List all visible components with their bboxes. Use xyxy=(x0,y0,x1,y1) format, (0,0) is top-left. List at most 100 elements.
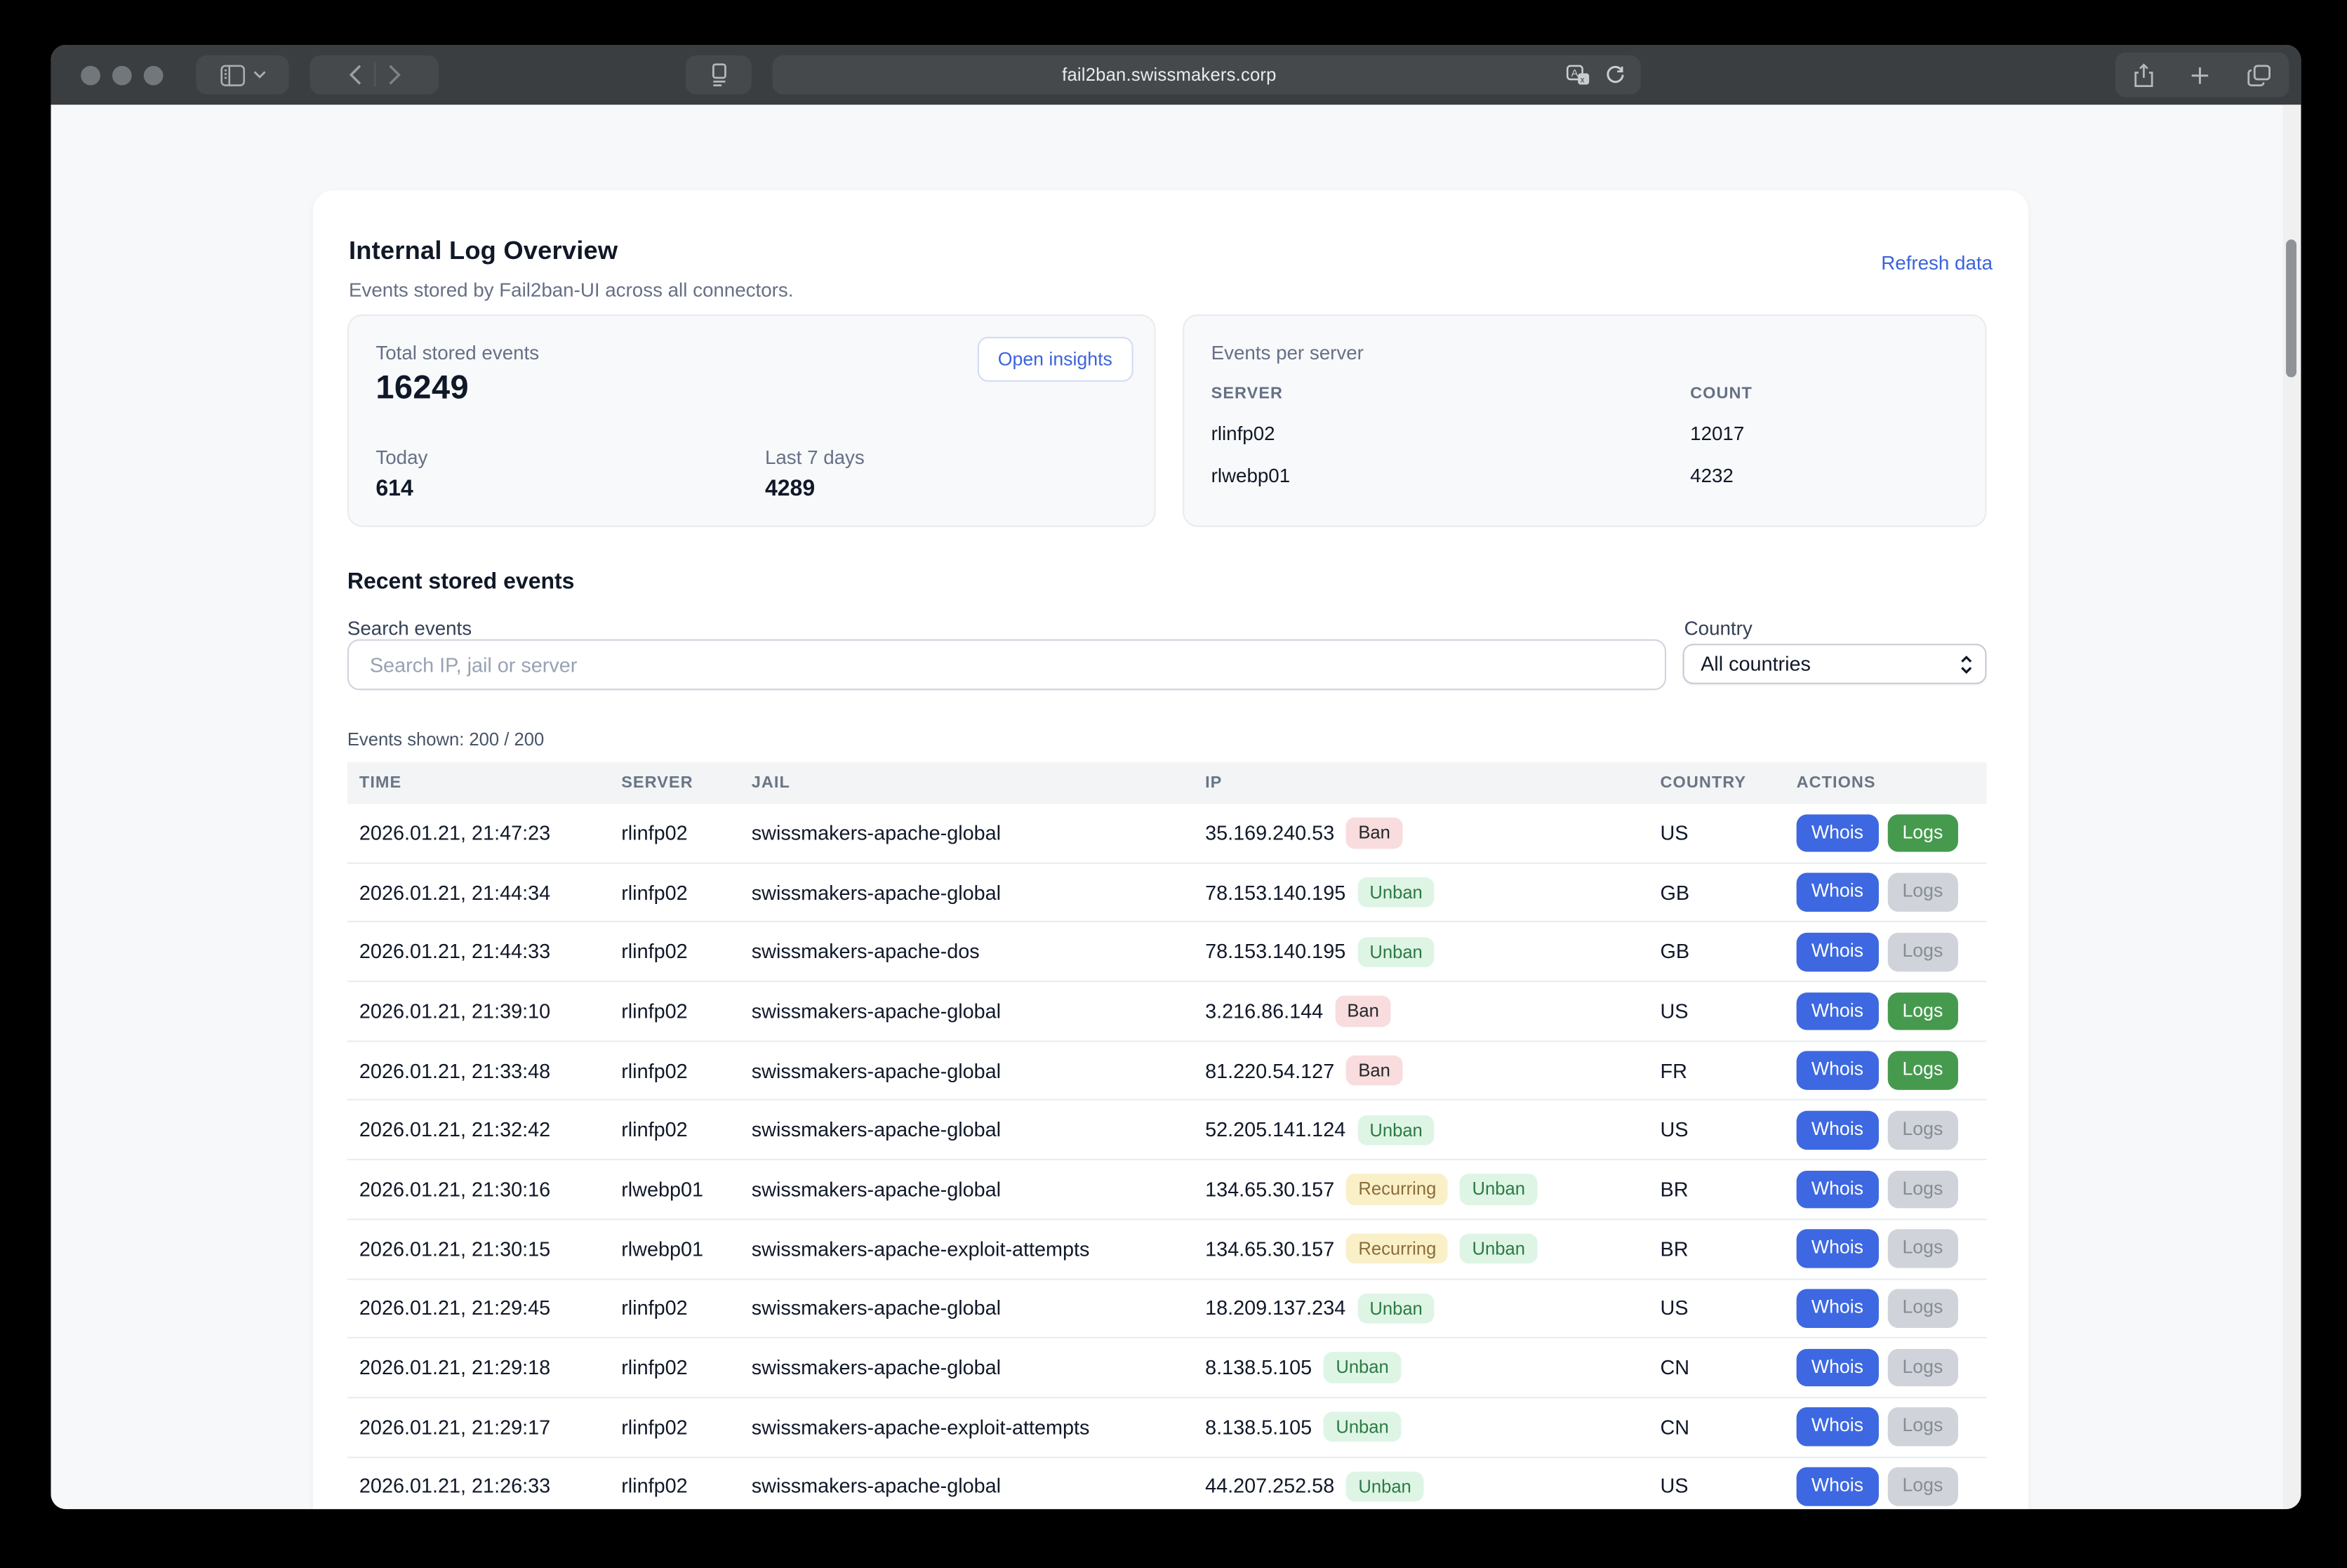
today-label: Today xyxy=(375,446,765,469)
server-count: 12017 xyxy=(1690,423,1744,445)
events-table-header: TIME SERVER JAIL IP COUNTRY ACTIONS xyxy=(347,762,1987,804)
logs-button[interactable]: Logs xyxy=(1887,992,1957,1030)
event-time: 2026.01.21, 21:30:15 xyxy=(347,1237,609,1260)
minimize-window-button[interactable] xyxy=(112,65,132,85)
open-insights-button[interactable]: Open insights xyxy=(977,337,1133,382)
translate-icon[interactable]: A x xyxy=(1566,65,1590,86)
logs-button[interactable]: Logs xyxy=(1887,1111,1957,1150)
event-country: GB xyxy=(1648,941,1784,963)
country-select-value: All countries xyxy=(1701,653,1960,675)
event-country: FR xyxy=(1648,1059,1784,1082)
whois-button[interactable]: Whois xyxy=(1797,1051,1879,1090)
nav-buttons xyxy=(310,55,439,94)
refresh-data-link[interactable]: Refresh data xyxy=(1881,251,1993,274)
whois-button[interactable]: Whois xyxy=(1797,1408,1879,1447)
event-jail: swissmakers-apache-dos xyxy=(740,941,1193,963)
logs-button[interactable]: Logs xyxy=(1887,873,1957,912)
logs-button[interactable]: Logs xyxy=(1887,933,1957,971)
per-server-col-server: SERVER xyxy=(1211,385,1691,403)
search-input[interactable] xyxy=(347,639,1666,691)
event-ip: 52.205.141.124 xyxy=(1205,1119,1345,1141)
reload-icon[interactable] xyxy=(1605,65,1626,86)
col-country: COUNTRY xyxy=(1648,774,1784,792)
share-icon[interactable] xyxy=(2134,62,2155,88)
back-button[interactable] xyxy=(348,65,361,86)
col-time: TIME xyxy=(347,774,609,792)
event-country: GB xyxy=(1648,881,1784,903)
whois-button[interactable]: Whois xyxy=(1797,813,1879,852)
logs-button[interactable]: Logs xyxy=(1887,1408,1957,1447)
event-server: rlinfp02 xyxy=(609,1059,740,1082)
event-country: CN xyxy=(1648,1416,1784,1438)
event-jail: swissmakers-apache-global xyxy=(740,822,1193,844)
total-events-card: Total stored events 16249 Open insights … xyxy=(347,314,1156,527)
event-country: US xyxy=(1648,1475,1784,1498)
search-events-label: Search events xyxy=(347,617,472,639)
logs-button[interactable]: Logs xyxy=(1887,1051,1957,1090)
svg-text:x: x xyxy=(1581,75,1585,84)
event-jail: swissmakers-apache-global xyxy=(740,1119,1193,1141)
country-select[interactable]: All countries xyxy=(1682,644,1986,684)
col-jail: JAIL xyxy=(740,774,1193,792)
table-row: 2026.01.21, 21:29:17 rlinfp02 swissmaker… xyxy=(347,1398,1987,1458)
table-row: 2026.01.21, 21:30:15 rlwebp01 swissmaker… xyxy=(347,1220,1987,1280)
logs-button[interactable]: Logs xyxy=(1887,1348,1957,1387)
whois-button[interactable]: Whois xyxy=(1797,1289,1879,1328)
event-server: rlinfp02 xyxy=(609,1297,740,1320)
logs-button[interactable]: Logs xyxy=(1887,813,1957,852)
whois-button[interactable]: Whois xyxy=(1797,1170,1879,1209)
address-bar[interactable]: fail2ban.swissmakers.corp A x xyxy=(773,55,1641,94)
event-country: US xyxy=(1648,1297,1784,1320)
event-jail: swissmakers-apache-global xyxy=(740,1475,1193,1498)
event-jail: swissmakers-apache-global xyxy=(740,1059,1193,1082)
unban-badge: Unban xyxy=(1346,1471,1423,1501)
tab-overview-icon[interactable] xyxy=(2247,64,2270,86)
event-country: BR xyxy=(1648,1237,1784,1260)
per-server-col-count: COUNT xyxy=(1690,385,1753,403)
event-server: rlinfp02 xyxy=(609,1475,740,1498)
whois-button[interactable]: Whois xyxy=(1797,1468,1879,1506)
event-time: 2026.01.21, 21:30:16 xyxy=(347,1178,609,1201)
event-jail: swissmakers-apache-global xyxy=(740,1297,1193,1320)
whois-button[interactable]: Whois xyxy=(1797,1348,1879,1387)
table-row: 2026.01.21, 21:30:16 rlwebp01 swissmaker… xyxy=(347,1160,1987,1220)
event-ip: 134.65.30.157 xyxy=(1205,1178,1334,1201)
whois-button[interactable]: Whois xyxy=(1797,1111,1879,1150)
whois-button[interactable]: Whois xyxy=(1797,992,1879,1030)
events-per-server-title: Events per server xyxy=(1211,341,1958,364)
logs-button[interactable]: Logs xyxy=(1887,1230,1957,1268)
whois-button[interactable]: Whois xyxy=(1797,933,1879,971)
logs-button[interactable]: Logs xyxy=(1887,1289,1957,1328)
event-server: rlinfp02 xyxy=(609,1119,740,1141)
sidebar-toggle-button[interactable] xyxy=(196,55,288,94)
logs-button[interactable]: Logs xyxy=(1887,1468,1957,1506)
event-ip: 44.207.252.58 xyxy=(1205,1475,1334,1498)
event-country: CN xyxy=(1648,1357,1784,1379)
event-time: 2026.01.21, 21:44:34 xyxy=(347,881,609,903)
page-format-button[interactable] xyxy=(686,55,752,94)
last7-value: 4289 xyxy=(765,476,1155,501)
whois-button[interactable]: Whois xyxy=(1797,873,1879,912)
new-tab-icon[interactable] xyxy=(2191,65,2211,85)
forward-button[interactable] xyxy=(387,65,400,86)
table-row: 2026.01.21, 21:32:42 rlinfp02 swissmaker… xyxy=(347,1101,1987,1161)
ban-badge: Ban xyxy=(1346,1056,1402,1086)
event-ip: 8.138.5.105 xyxy=(1205,1357,1312,1379)
traffic-lights xyxy=(81,65,163,85)
event-time: 2026.01.21, 21:44:33 xyxy=(347,941,609,963)
event-time: 2026.01.21, 21:47:23 xyxy=(347,822,609,844)
event-ip: 8.138.5.105 xyxy=(1205,1416,1312,1438)
sidebar-icon xyxy=(219,64,244,86)
close-window-button[interactable] xyxy=(81,65,100,85)
event-ip: 35.169.240.53 xyxy=(1205,822,1334,844)
zoom-window-button[interactable] xyxy=(144,65,164,85)
whois-button[interactable]: Whois xyxy=(1797,1230,1879,1268)
event-ip: 134.65.30.157 xyxy=(1205,1237,1334,1260)
logs-button[interactable]: Logs xyxy=(1887,1170,1957,1209)
scrollbar-thumb[interactable] xyxy=(2286,239,2296,377)
unban-badge: Unban xyxy=(1324,1353,1401,1383)
table-row: 2026.01.21, 21:33:48 rlinfp02 swissmaker… xyxy=(347,1042,1987,1101)
event-server: rlinfp02 xyxy=(609,881,740,903)
recurring-badge: Recurring xyxy=(1346,1233,1448,1263)
unban-badge: Unban xyxy=(1460,1233,1537,1263)
